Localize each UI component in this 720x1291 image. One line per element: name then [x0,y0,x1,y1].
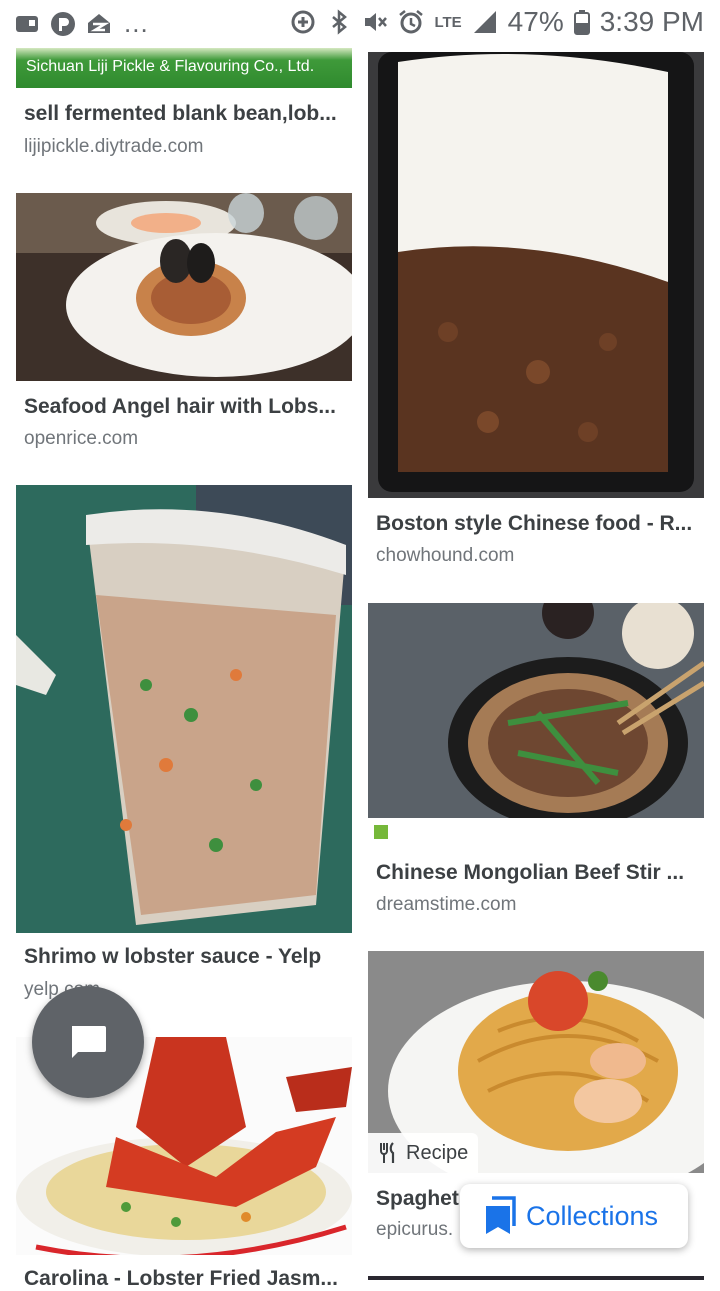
result-thumbnail[interactable]: Sichuan Liji Pickle & Flavouring Co., Lt… [16,48,352,88]
result-domain: dreamstime.com [376,894,517,915]
result-title[interactable]: Shrimo w lobster sauce - Yelp [24,945,344,969]
result-title[interactable]: Seafood Angel hair with Lobs... [24,395,344,419]
network-type: LTE [434,13,462,31]
result-domain: epicurus. [376,1219,454,1240]
image-result-card[interactable]: Chinese Mongolian Beef Stir ... dreamsti… [368,603,704,923]
data-saver-icon [291,10,315,34]
image-result-card[interactable]: Boston style Chinese food - R... chowhou… [368,0,704,580]
recipe-label: Recipe [406,1141,469,1164]
fork-knife-icon [380,1142,395,1163]
result-domain: chowhound.com [376,545,515,566]
mute-icon [365,13,388,31]
image-result-card[interactable]: Shrimo w lobster sauce - Yelp yelp.com [16,485,352,1005]
mongolian-beef-image [368,603,704,846]
result-thumbnail[interactable]: Recipe [368,951,704,1173]
image-result-card[interactable]: Seafood Angel hair with Lobs... openrice… [16,193,352,463]
result-title[interactable]: Boston style Chinese food - R... [376,512,696,536]
zillow-icon [88,13,110,33]
result-title[interactable]: sell fermented blank bean,lob... [24,102,344,126]
result-thumbnail[interactable] [368,603,704,846]
result-thumbnail[interactable] [16,193,352,381]
result-domain: openrice.com [24,428,139,449]
result-thumbnail[interactable] [16,485,352,933]
gallery-icon [16,15,38,32]
clock: 3:39 PM [599,6,704,37]
bookmark-icon [486,1196,516,1234]
next-thumbnail-edge [368,1276,704,1280]
alarm-icon [399,10,424,34]
result-domain: lijipickle.diytrade.com [24,136,204,157]
battery-percent: 47% [507,6,564,37]
banner-text: Sichuan Liji Pickle & Flavouring Co., Lt… [26,58,315,75]
result-title[interactable]: Carolina - Lobster Fried Jasm... [24,1267,344,1291]
recipe-badge: Recipe [368,1133,479,1173]
soup-container-image [16,485,352,933]
bluetooth-icon [332,9,348,35]
rice-ground-meat-image [368,52,704,498]
result-title[interactable]: Chinese Mongolian Beef Stir ... [376,861,696,885]
more-notifications: ... [124,8,149,38]
signal-icon [473,11,496,33]
seafood-pasta-image [16,193,352,381]
collections-label: Collections [526,1200,659,1231]
battery-icon [573,10,590,35]
result-thumbnail[interactable] [368,52,704,498]
chat-bubble-icon [72,1026,106,1058]
pandora-icon [51,11,75,36]
status-bar: ... LTE 47% 3:39 PM [0,0,720,48]
collections-button[interactable]: Collections [460,1184,688,1248]
chat-button[interactable] [32,986,144,1098]
